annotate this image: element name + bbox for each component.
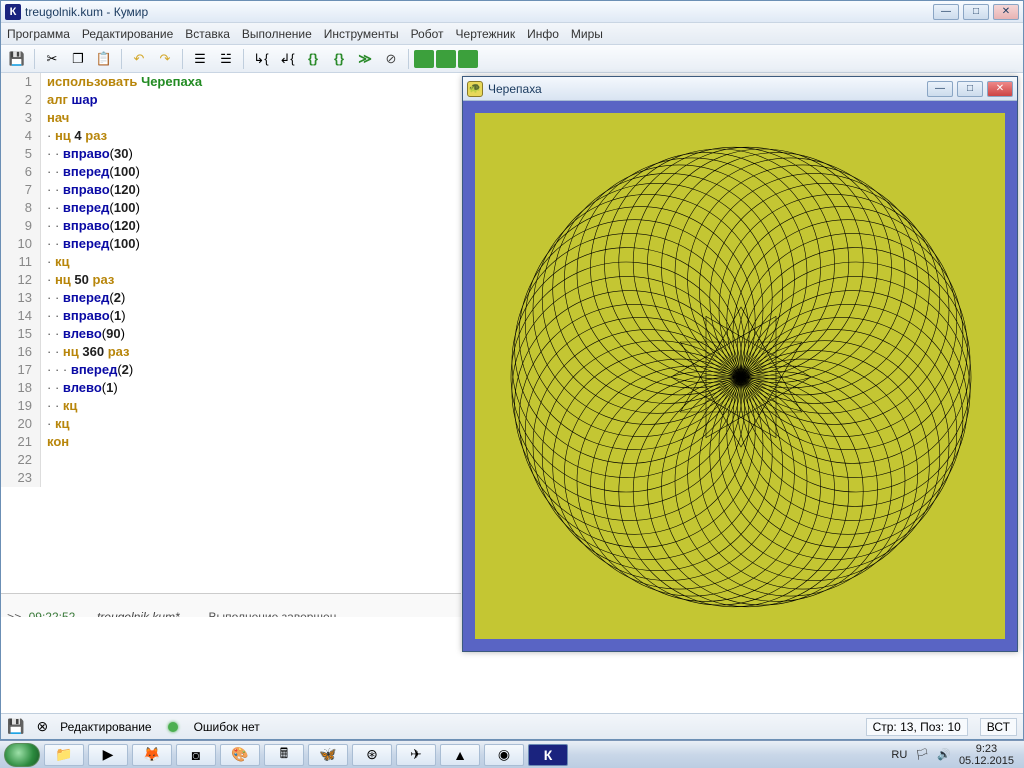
turtle-canvas	[475, 113, 1005, 639]
menu-Вставка[interactable]: Вставка	[185, 27, 230, 41]
run-icon[interactable]: {}	[301, 48, 325, 70]
turtle-titlebar: 🐢 Черепаха — □ ✕	[463, 77, 1017, 101]
taskbar-app5[interactable]: ⊛	[352, 744, 392, 766]
minimize-button[interactable]: —	[933, 4, 959, 20]
taskbar-firefox[interactable]: 🦊	[132, 744, 172, 766]
step-out-icon[interactable]: ↲{	[275, 48, 299, 70]
maximize-button[interactable]: □	[963, 4, 989, 20]
tray-sound-icon[interactable]: 🔊	[937, 748, 951, 761]
list-icon[interactable]: ☰	[188, 48, 212, 70]
redo-icon[interactable]: ↷	[153, 48, 177, 70]
errors-label: Ошибок нет	[194, 720, 260, 734]
step-into-icon[interactable]: ↳{	[249, 48, 273, 70]
titlebar: К treugolnik.kum - Кумир — □ ✕	[1, 1, 1023, 23]
save-status-icon[interactable]: 💾	[7, 718, 24, 735]
taskbar-media[interactable]: ▶	[88, 744, 128, 766]
turtle-maximize-button[interactable]: □	[957, 81, 983, 97]
taskbar-kumir[interactable]: К	[528, 744, 568, 766]
taskbar-explorer[interactable]: 📁	[44, 744, 84, 766]
menu-Программа[interactable]: Программа	[7, 27, 70, 41]
taskbar-app4[interactable]: 🦋	[308, 744, 348, 766]
start-button[interactable]	[4, 743, 40, 767]
overwrite-label[interactable]: ВСТ	[980, 718, 1017, 736]
paste-icon[interactable]: 📋	[92, 48, 116, 70]
cut-icon[interactable]: ✂	[40, 48, 64, 70]
status-light-icon	[168, 722, 178, 732]
grid1-icon[interactable]	[414, 50, 434, 68]
menu-Инструменты[interactable]: Инструменты	[324, 27, 399, 41]
tray-flag-icon[interactable]: 🏳	[915, 748, 929, 761]
undo-icon[interactable]: ↶	[127, 48, 151, 70]
taskbar-paint[interactable]: 🎨	[220, 744, 260, 766]
statusbar: 💾 ⊗ Редактирование Ошибок нет Стр: 13, П…	[1, 713, 1023, 739]
menubar: Программа Редактирование Вставка Выполнение…	[1, 23, 1023, 45]
list2-icon[interactable]: ☱	[214, 48, 238, 70]
taskbar-app6[interactable]: ✈	[396, 744, 436, 766]
close-status-icon[interactable]: ⊗	[36, 718, 48, 735]
turtle-icon: 🐢	[467, 81, 483, 97]
taskbar-app-red[interactable]: ◙	[176, 744, 216, 766]
turtle-window: 🐢 Черепаха — □ ✕	[462, 76, 1018, 652]
taskbar-calc[interactable]: 🖩	[264, 744, 304, 766]
mode-label: Редактирование	[60, 720, 151, 734]
grid3-icon[interactable]	[458, 50, 478, 68]
taskbar-chrome[interactable]: ◉	[484, 744, 524, 766]
code-editor[interactable]: 1использовать Черепаха2алг шар3нач4· нц …	[1, 73, 461, 593]
close-button[interactable]: ✕	[993, 4, 1019, 20]
stop-icon[interactable]: ⊘	[379, 48, 403, 70]
menu-Робот[interactable]: Робот	[411, 27, 444, 41]
save-icon[interactable]: 💾	[5, 48, 29, 70]
taskbar-app7[interactable]: ▲	[440, 744, 480, 766]
turtle-minimize-button[interactable]: —	[927, 81, 953, 97]
menu-Миры[interactable]: Миры	[571, 27, 603, 41]
tray-clock[interactable]: 9:2305.12.2015	[959, 743, 1014, 767]
console-output: >> 09:22:52 - treugolnik.kum* - Выполнен…	[1, 593, 461, 617]
menu-Выполнение[interactable]: Выполнение	[242, 27, 312, 41]
taskbar: 📁 ▶ 🦊 ◙ 🎨 🖩 🦋 ⊛ ✈ ▲ ◉ К RU 🏳 🔊 9:2305.12…	[0, 740, 1024, 768]
toolbar: 💾 ✂ ❐ 📋 ↶ ↷ ☰ ☱ ↳{ ↲{ {} {} ≫ ⊘	[1, 45, 1023, 73]
menu-Чертежник[interactable]: Чертежник	[456, 27, 516, 41]
run2-icon[interactable]: {}	[327, 48, 351, 70]
run-fast-icon[interactable]: ≫	[353, 48, 377, 70]
grid2-icon[interactable]	[436, 50, 456, 68]
cursor-pos-label: Стр: 13, Поз: 10	[866, 718, 968, 736]
tray-lang[interactable]: RU	[891, 749, 907, 761]
turtle-title: Черепаха	[488, 82, 927, 96]
window-title: treugolnik.kum - Кумир	[25, 5, 933, 19]
turtle-close-button[interactable]: ✕	[987, 81, 1013, 97]
copy-icon[interactable]: ❐	[66, 48, 90, 70]
app-icon: К	[5, 4, 21, 20]
menu-Редактирование[interactable]: Редактирование	[82, 27, 173, 41]
menu-Инфо[interactable]: Инфо	[527, 27, 559, 41]
